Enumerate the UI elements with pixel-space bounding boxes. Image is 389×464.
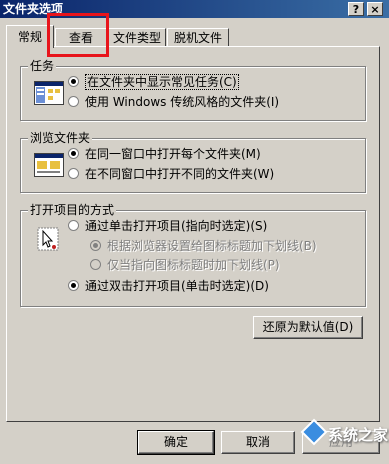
browse-folder-icon	[34, 153, 64, 177]
underline-point-option: 仅当指向图标标题时加下划线(P)	[90, 257, 280, 273]
close-button[interactable]: ×	[367, 2, 383, 16]
tab-offline-files-label: 脱机文件	[173, 31, 222, 45]
double-click-label: 通过双击打开项目(单击时选定)(D)	[85, 279, 269, 293]
underline-browser-radio	[90, 240, 101, 251]
separate-window-radio[interactable]	[68, 168, 79, 179]
restore-defaults-button[interactable]: 还原为默认值(D)	[253, 316, 363, 339]
site-watermark: 系统之家	[300, 408, 389, 460]
show-tasks-label: 在文件夹中显示常见任务(C)	[85, 74, 239, 90]
underline-browser-label: 根据浏览器设置给图标标题加下划线(B)	[107, 239, 317, 253]
watermark-logo-icon	[300, 418, 328, 446]
double-click-option[interactable]: 通过双击打开项目(单击时选定)(D)	[68, 278, 269, 294]
underline-browser-option: 根据浏览器设置给图标标题加下划线(B)	[90, 238, 317, 254]
double-click-radio[interactable]	[68, 280, 79, 291]
show-tasks-radio[interactable]	[68, 76, 79, 87]
classic-folders-radio[interactable]	[68, 96, 79, 107]
underline-point-radio	[90, 259, 101, 270]
cancel-button[interactable]: 取消	[221, 431, 295, 454]
single-click-label: 通过单击打开项目(指向时选定)(S)	[85, 219, 268, 233]
open-items-group-title: 打开项目的方式	[28, 203, 117, 217]
open-items-group: 打开项目的方式 通过单击打开项目(指向时选定)(S) 根据浏览器设置给图标标题加…	[20, 203, 366, 307]
separate-window-label: 在不同窗口中打开不同的文件夹(W)	[85, 167, 275, 181]
help-button[interactable]: ?	[348, 2, 364, 16]
tab-file-types[interactable]: 文件类型	[108, 28, 166, 47]
separate-window-option[interactable]: 在不同窗口中打开不同的文件夹(W)	[68, 166, 274, 182]
task-pane-icon	[34, 81, 64, 105]
tasks-group-title: 任务	[28, 59, 57, 73]
tab-file-types-label: 文件类型	[112, 31, 161, 45]
single-click-option[interactable]: 通过单击打开项目(指向时选定)(S)	[68, 218, 267, 234]
tasks-group: 任务 在文件夹中显示常见任务(C) 使用 Windows 传统风格的文件夹(I)	[20, 59, 366, 121]
tab-general-label: 常规	[17, 30, 42, 44]
ok-button[interactable]: 确定	[137, 430, 215, 455]
same-window-label: 在同一窗口中打开每个文件夹(M)	[85, 147, 261, 161]
tab-offline-files[interactable]: 脱机文件	[167, 28, 229, 47]
watermark-text: 系统之家	[328, 426, 389, 444]
same-window-option[interactable]: 在同一窗口中打开每个文件夹(M)	[68, 146, 261, 162]
underline-point-label: 仅当指向图标标题时加下划线(P)	[107, 258, 280, 272]
classic-folders-label: 使用 Windows 传统风格的文件夹(I)	[85, 95, 280, 109]
pointer-click-icon	[35, 225, 61, 253]
single-click-radio[interactable]	[68, 220, 79, 231]
browse-group: 浏览文件夹 在同一窗口中打开每个文件夹(M) 在不同窗口中打开不同的文件夹(W)	[20, 131, 366, 193]
same-window-radio[interactable]	[68, 148, 79, 159]
highlight-box	[47, 13, 109, 57]
browse-group-title: 浏览文件夹	[28, 131, 93, 145]
show-tasks-option[interactable]: 在文件夹中显示常见任务(C)	[68, 74, 239, 90]
classic-folders-option[interactable]: 使用 Windows 传统风格的文件夹(I)	[68, 94, 279, 110]
tab-panel: 任务 在文件夹中显示常见任务(C) 使用 Windows 传统风格的文件夹(I)…	[6, 46, 380, 422]
